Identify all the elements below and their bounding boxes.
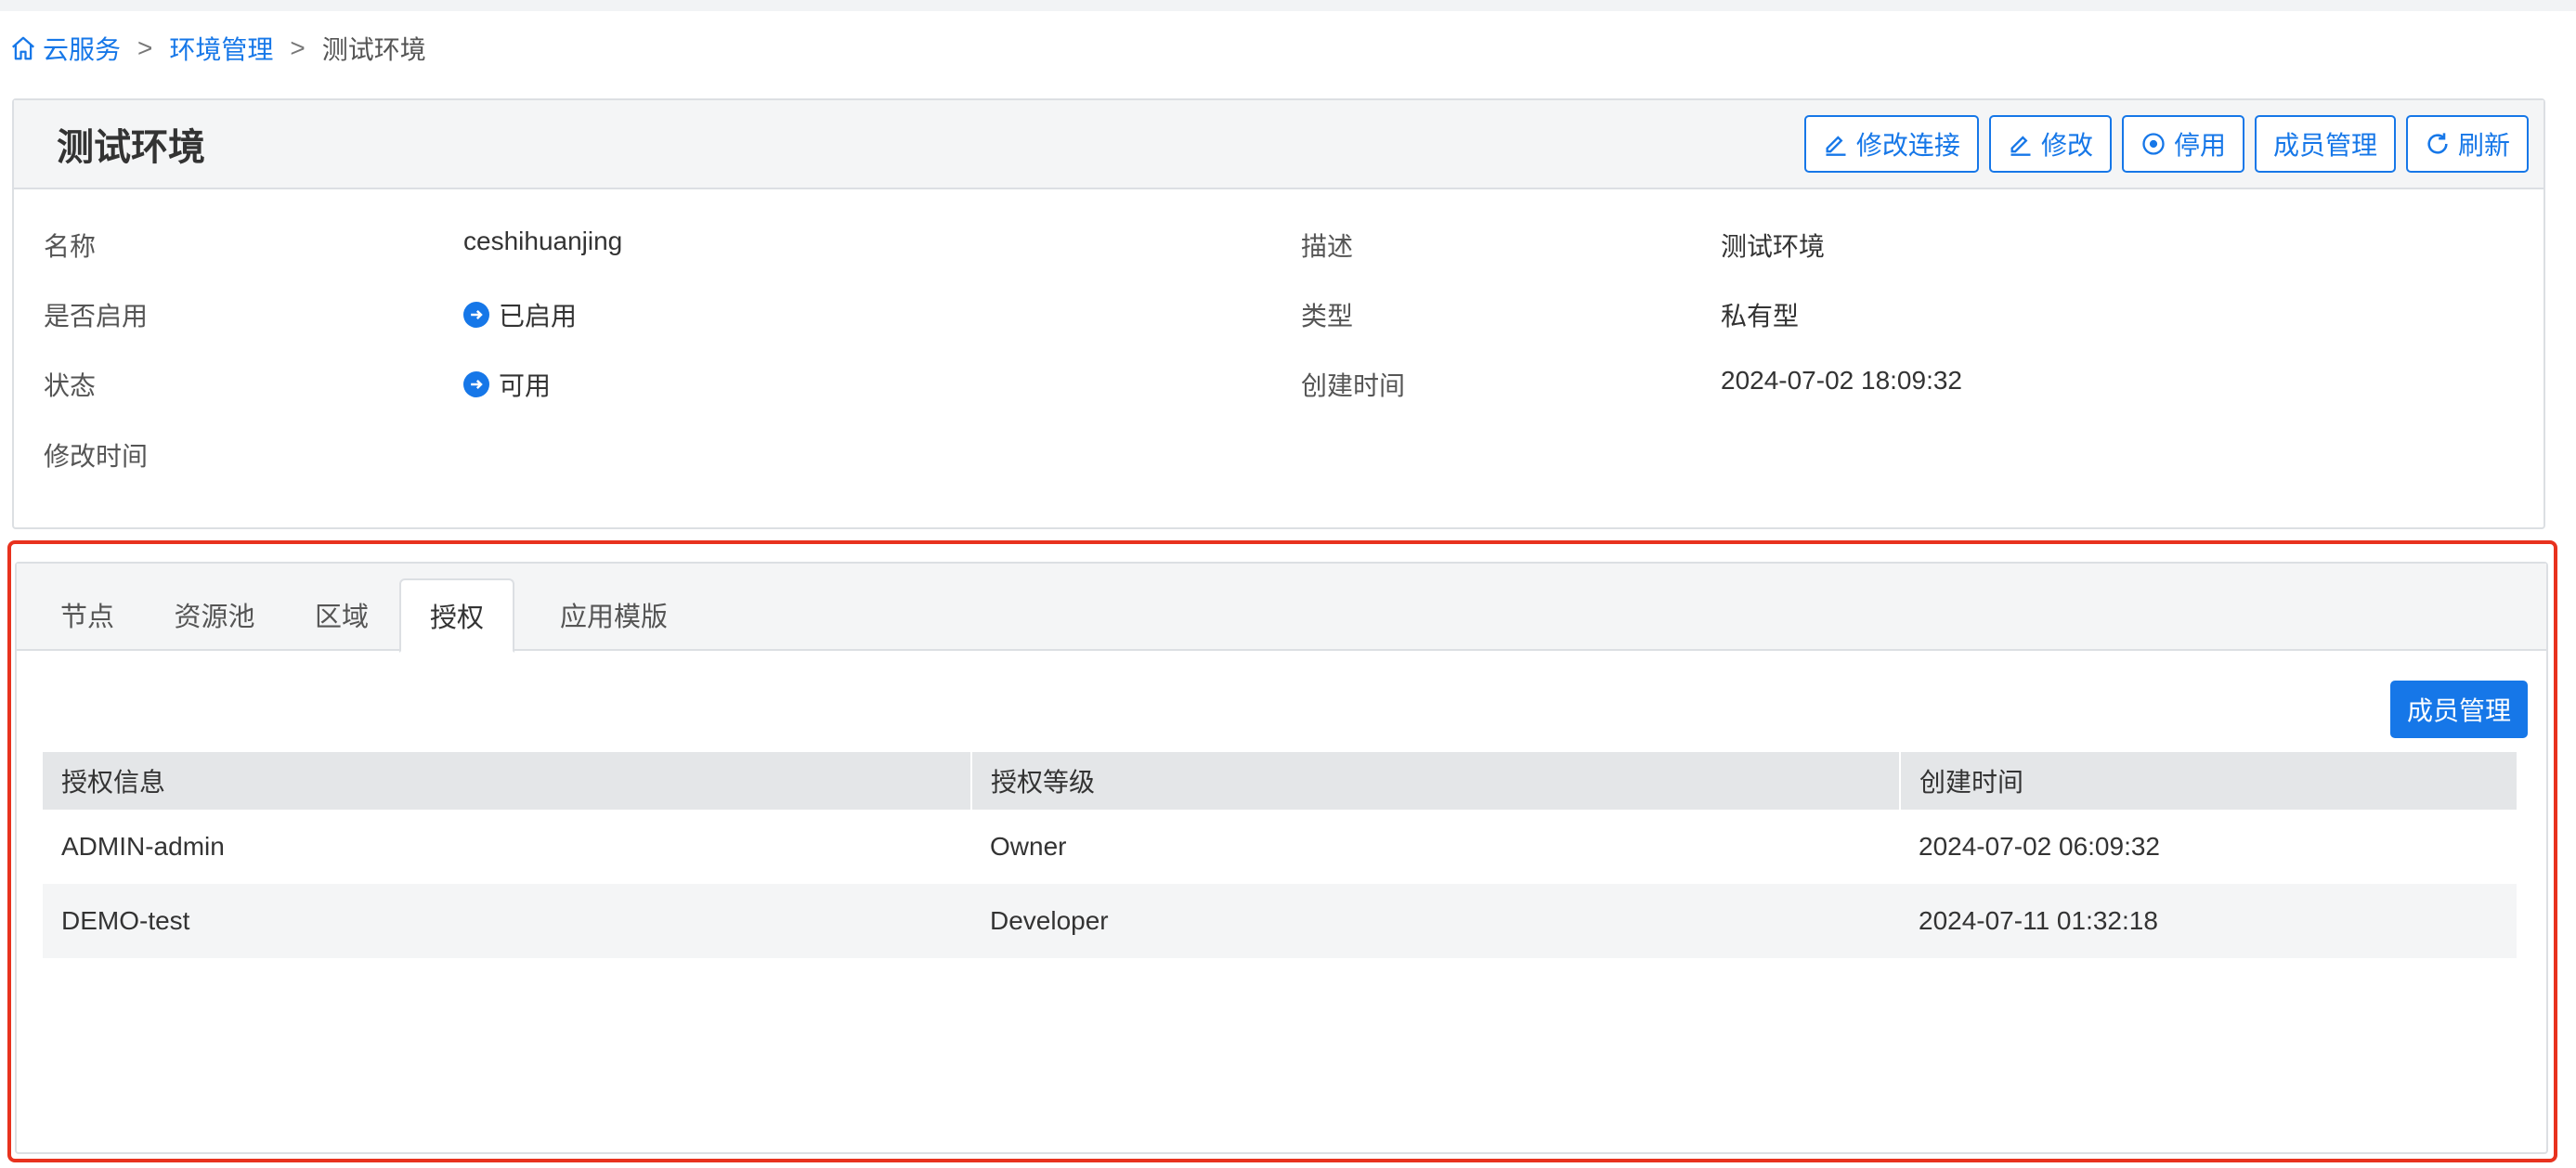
page-title: 测试环境 <box>57 127 205 168</box>
info-grid: 名称 ceshihuanjing 是否启用 已启用 状态 可用 修改时间 描述 … <box>14 189 2543 529</box>
status-value: 可用 <box>463 366 551 403</box>
edit-connection-button[interactable]: 修改连接 <box>1803 115 1979 173</box>
edit-button[interactable]: 修改 <box>1988 115 2112 173</box>
authorization-table: 授权信息 授权等级 创建时间 ADMIN-admin Owner 2024-07… <box>43 752 2517 958</box>
breadcrumb-current: 测试环境 <box>321 35 426 64</box>
enabled-value: 已启用 <box>463 296 577 333</box>
edit-icon <box>2010 136 2031 156</box>
auth-info-cell: ADMIN-admin <box>61 832 225 861</box>
tab-nodes[interactable]: 节点 <box>41 578 134 651</box>
member-management-button[interactable]: 成员管理 <box>2254 115 2396 173</box>
tab-region[interactable]: 区域 <box>295 578 388 651</box>
created-time-cell: 2024-07-11 01:32:18 <box>1900 884 2517 958</box>
refresh-label: 刷新 <box>2457 131 2510 160</box>
tab-bar: 节点 资源池 区域 授权 应用模版 <box>17 564 2546 653</box>
column-header-auth-level[interactable]: 授权等级 <box>971 752 1901 810</box>
member-management-label: 成员管理 <box>2272 131 2377 160</box>
environment-detail-panel: 测试环境 修改连接 修改 停用 成员管理 刷新 名称 ceshihuanjing… <box>12 98 2545 529</box>
stop-circle-icon <box>2142 133 2165 155</box>
edit-icon <box>1826 136 1846 156</box>
auth-level-cell: Owner <box>990 832 1067 861</box>
tab-authorization[interactable]: 授权 <box>399 578 514 653</box>
tab-app-template[interactable]: 应用模版 <box>526 578 702 651</box>
disable-button[interactable]: 停用 <box>2121 115 2244 173</box>
panel-header: 测试环境 修改连接 修改 停用 成员管理 刷新 <box>14 100 2543 189</box>
created-time-label: 创建时间 <box>1301 371 1406 400</box>
breadcrumb: 云服务 > 环境管理 > 测试环境 <box>9 28 426 69</box>
created-time-value: 2024-07-02 18:09:32 <box>1721 366 1962 395</box>
arrow-right-circle-icon <box>463 302 489 328</box>
description-value: 测试环境 <box>1721 232 1826 261</box>
edit-label: 修改 <box>2040 131 2093 160</box>
status-label: 状态 <box>44 371 97 400</box>
type-value: 私有型 <box>1721 302 1800 331</box>
name-value: ceshihuanjing <box>463 227 623 255</box>
table-header-row: 授权信息 授权等级 创建时间 <box>43 752 2517 810</box>
type-label: 类型 <box>1301 302 1354 331</box>
edit-connection-label: 修改连接 <box>1855 131 1960 160</box>
created-time-cell: 2024-07-02 06:09:32 <box>1919 832 2160 861</box>
top-bar <box>0 0 2576 11</box>
breadcrumb-cloud-service[interactable]: 云服务 <box>43 30 121 67</box>
column-header-auth-info[interactable]: 授权信息 <box>43 752 972 810</box>
auth-member-management-button[interactable]: 成员管理 <box>2389 681 2528 738</box>
tab-resource-pool[interactable]: 资源池 <box>154 578 275 651</box>
enabled-label: 是否启用 <box>44 302 149 331</box>
refresh-button[interactable]: 刷新 <box>2405 115 2529 173</box>
auth-level-cell: Developer <box>971 884 1900 958</box>
modified-time-label: 修改时间 <box>44 442 149 471</box>
name-label: 名称 <box>44 232 97 261</box>
refresh-icon <box>2427 133 2448 154</box>
arrow-right-circle-icon <box>463 371 489 397</box>
breadcrumb-separator: > <box>137 33 153 62</box>
breadcrumb-separator: > <box>290 33 306 62</box>
action-buttons: 修改连接 修改 停用 成员管理 刷新 <box>1803 115 2529 173</box>
status-text: 可用 <box>499 371 552 400</box>
tabs-panel: 节点 资源池 区域 授权 应用模版 成员管理 授权信息 授权等级 创建时间 AD… <box>15 562 2548 1154</box>
description-label: 描述 <box>1301 232 1354 261</box>
home-icon[interactable] <box>9 34 37 62</box>
breadcrumb-env-management[interactable]: 环境管理 <box>169 30 273 67</box>
table-row[interactable]: ADMIN-admin Owner 2024-07-02 06:09:32 <box>43 810 2517 884</box>
table-row[interactable]: DEMO-test Developer 2024-07-11 01:32:18 <box>43 884 2517 958</box>
column-header-created-time[interactable]: 创建时间 <box>1900 752 2517 810</box>
auth-info-cell: DEMO-test <box>43 884 971 958</box>
enabled-text: 已启用 <box>499 302 578 331</box>
disable-label: 停用 <box>2173 131 2226 160</box>
